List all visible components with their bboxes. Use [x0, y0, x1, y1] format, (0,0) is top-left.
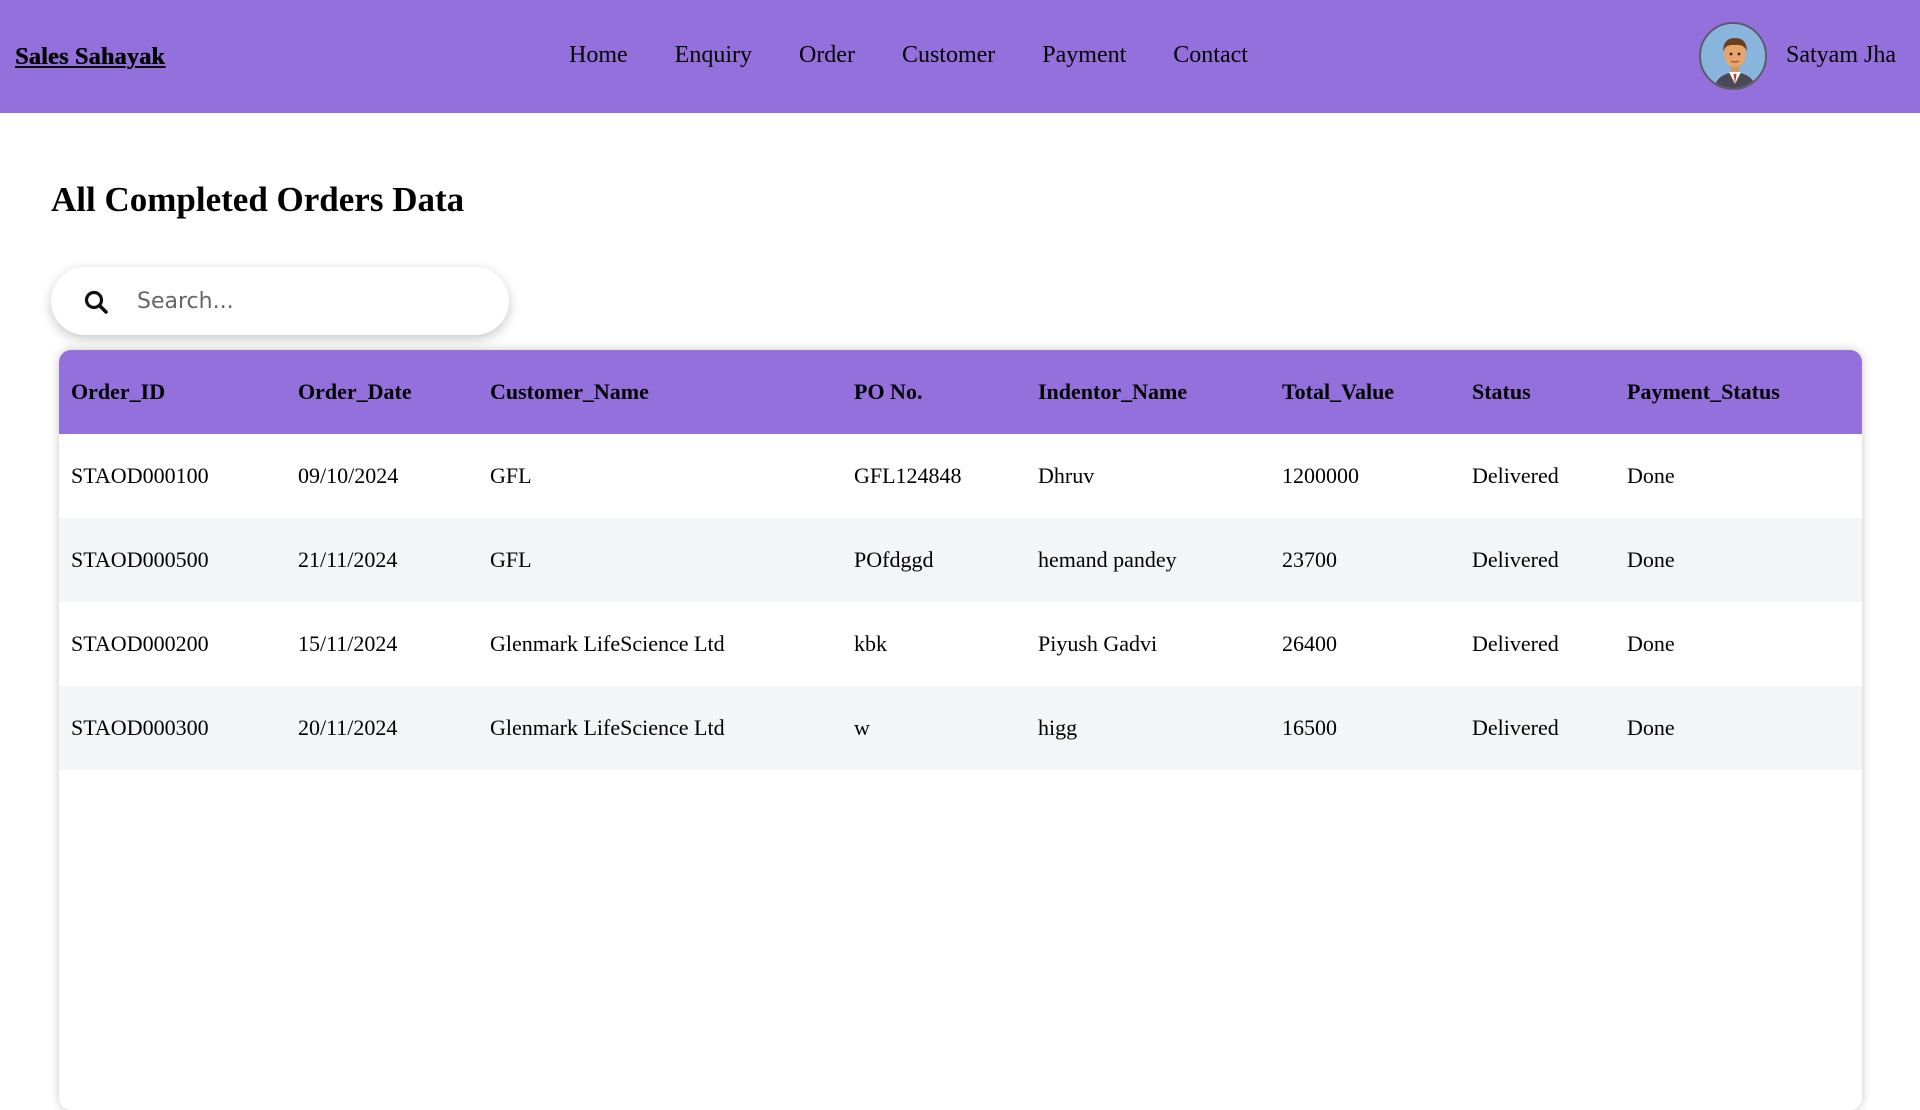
cell-total-value: 26400 — [1282, 631, 1337, 656]
column-header-total-value: Total_Value — [1282, 379, 1395, 404]
main-nav: Home Enquiry Order Customer Payment Cont… — [569, 42, 1248, 69]
cell-order-id: STAOD000500 — [71, 547, 209, 572]
cell-po-no: kbk — [854, 631, 887, 656]
cell-order-date: 09/10/2024 — [298, 463, 399, 488]
table-row[interactable]: STAOD000500 21/11/2024 GFL POfdggd heman… — [59, 518, 1862, 602]
nav-home-link[interactable]: Home — [569, 42, 628, 69]
column-header-payment-status: Payment_Status — [1627, 379, 1780, 404]
nav-contact-link[interactable]: Contact — [1173, 42, 1248, 69]
cell-payment-status: Done — [1627, 631, 1675, 656]
cell-po-no: POfdggd — [854, 547, 934, 572]
cell-customer-name: GFL — [490, 547, 532, 572]
cell-order-id: STAOD000300 — [71, 715, 209, 740]
nav-payment-link[interactable]: Payment — [1042, 42, 1126, 69]
cell-customer-name: GFL — [490, 463, 532, 488]
cell-total-value: 23700 — [1282, 547, 1337, 572]
user-avatar[interactable] — [1699, 22, 1767, 90]
cell-indentor-name: Piyush Gadvi — [1038, 631, 1158, 656]
cell-total-value: 1200000 — [1282, 463, 1359, 488]
brand-logo-link[interactable]: Sales Sahayak — [15, 44, 165, 71]
cell-po-no: GFL124848 — [854, 463, 962, 488]
search-icon — [84, 290, 108, 314]
cell-order-id: STAOD000200 — [71, 631, 209, 656]
cell-order-date: 20/11/2024 — [298, 715, 398, 740]
column-header-order-id: Order_ID — [71, 379, 166, 404]
cell-customer-name: Glenmark LifeScience Ltd — [490, 715, 725, 740]
table-header-row: Order_ID Order_Date Customer_Name PO No.… — [59, 350, 1862, 434]
column-header-order-date: Order_Date — [298, 379, 412, 404]
top-navbar: Sales Sahayak Home Enquiry Order Custome… — [0, 0, 1920, 113]
cell-order-id: STAOD000100 — [71, 463, 209, 488]
nav-customer-link[interactable]: Customer — [902, 42, 995, 69]
column-header-indentor-name: Indentor_Name — [1038, 379, 1188, 404]
cell-total-value: 16500 — [1282, 715, 1337, 740]
page-title: All Completed Orders Data — [51, 180, 465, 219]
cell-indentor-name: hemand pandey — [1038, 547, 1177, 572]
user-avatar-icon — [1701, 24, 1765, 88]
nav-order-link[interactable]: Order — [799, 42, 855, 69]
cell-status: Delivered — [1472, 631, 1559, 656]
cell-customer-name: Glenmark LifeScience Ltd — [490, 631, 725, 656]
cell-order-date: 15/11/2024 — [298, 631, 398, 656]
search-box — [51, 267, 509, 335]
orders-table: Order_ID Order_Date Customer_Name PO No.… — [59, 350, 1862, 770]
orders-table-card: Order_ID Order_Date Customer_Name PO No.… — [59, 350, 1862, 1110]
cell-indentor-name: Dhruv — [1038, 463, 1095, 488]
cell-po-no: w — [854, 715, 870, 740]
nav-enquiry-link[interactable]: Enquiry — [675, 42, 752, 69]
table-row[interactable]: STAOD000300 20/11/2024 Glenmark LifeScie… — [59, 686, 1862, 770]
column-header-status: Status — [1472, 379, 1531, 404]
cell-payment-status: Done — [1627, 715, 1675, 740]
cell-status: Delivered — [1472, 715, 1559, 740]
table-row[interactable]: STAOD000200 15/11/2024 Glenmark LifeScie… — [59, 602, 1862, 686]
cell-order-date: 21/11/2024 — [298, 547, 398, 572]
search-input[interactable] — [137, 277, 487, 325]
cell-status: Delivered — [1472, 547, 1559, 572]
cell-payment-status: Done — [1627, 463, 1675, 488]
cell-status: Delivered — [1472, 463, 1559, 488]
column-header-po-no: PO No. — [854, 379, 923, 404]
user-name[interactable]: Satyam Jha — [1786, 42, 1896, 69]
cell-payment-status: Done — [1627, 547, 1675, 572]
table-row[interactable]: STAOD000100 09/10/2024 GFL GFL124848 Dhr… — [59, 434, 1862, 518]
column-header-customer-name: Customer_Name — [490, 379, 649, 404]
cell-indentor-name: higg — [1038, 715, 1078, 740]
